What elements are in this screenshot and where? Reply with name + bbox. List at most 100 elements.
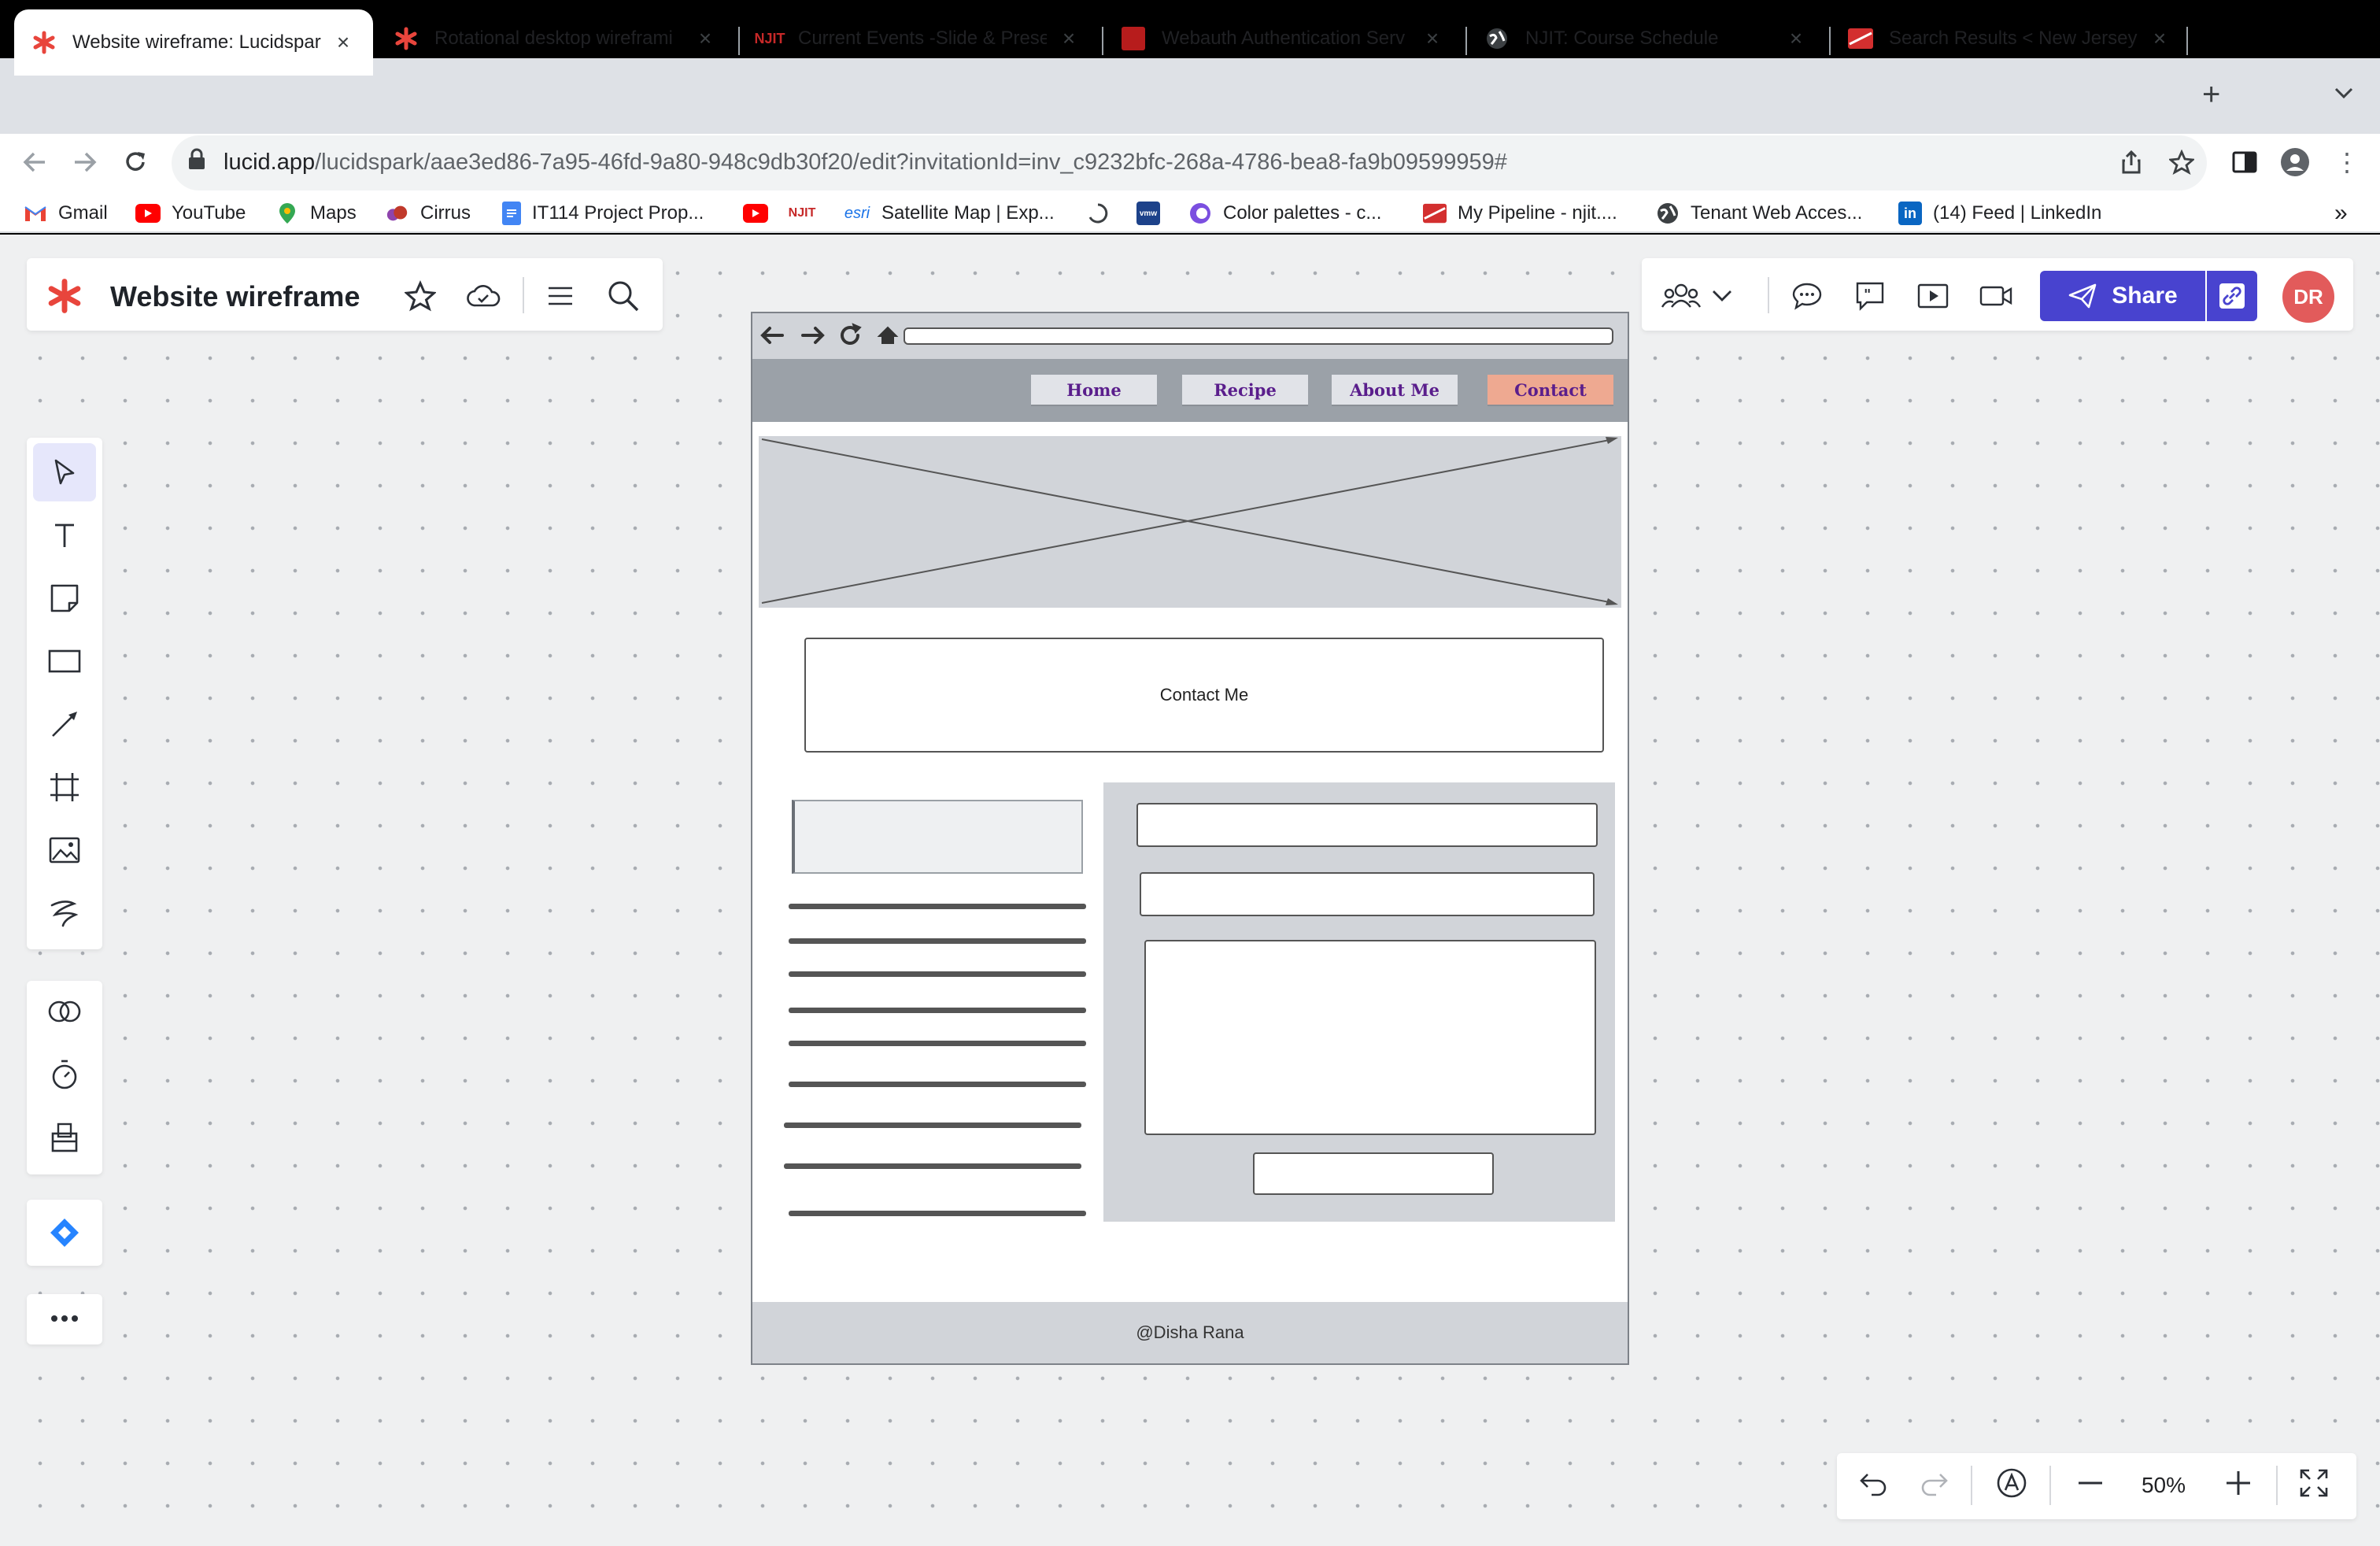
user-avatar[interactable]: DR: [2282, 271, 2334, 323]
tab-search-chevron-icon[interactable]: [2333, 80, 2355, 107]
profile-icon[interactable]: [2271, 139, 2319, 186]
voting-box-icon[interactable]: [33, 1108, 96, 1167]
venn-diagram-icon[interactable]: [33, 982, 96, 1041]
quote-feedback-icon[interactable]: ": [1846, 272, 1894, 320]
bookmark-cirrus[interactable]: Cirrus: [386, 194, 471, 233]
fullscreen-icon[interactable]: [2290, 1459, 2338, 1507]
bookmark-youtube-video[interactable]: [743, 194, 779, 233]
wireframe-text-line: [784, 1123, 1081, 1128]
wireframe-nav-contact[interactable]: Contact: [1488, 375, 1613, 406]
bookmark-label: YouTube: [172, 202, 246, 224]
tab-current-events[interactable]: NJIT Current Events -Slide & Prese ×: [740, 9, 1099, 68]
timer-icon[interactable]: [33, 1045, 96, 1104]
freehand-tool-icon[interactable]: [33, 884, 96, 942]
url-text[interactable]: lucid.app/lucidspark/aae3ed86-7a95-46fd-…: [224, 139, 1507, 186]
tab-course-schedule[interactable]: NJIT: Course Schedule ×: [1467, 9, 1826, 68]
close-tab-icon[interactable]: ×: [1420, 26, 1445, 51]
tab-label: NJIT: Course Schedule: [1525, 28, 1719, 49]
youtube-icon: [743, 204, 768, 223]
frame-tool-icon[interactable]: [33, 758, 96, 816]
new-tab-icon[interactable]: +: [2202, 77, 2220, 113]
jira-integration-icon[interactable]: [33, 1204, 96, 1262]
text-tool-icon[interactable]: [33, 506, 96, 564]
youtube-icon: [135, 204, 161, 223]
globe-icon: [1484, 26, 1510, 51]
presentation-play-icon[interactable]: [1909, 272, 1957, 320]
bookmark-my-pipeline[interactable]: My Pipeline - njit....: [1423, 194, 1617, 233]
google-docs-icon: [502, 202, 521, 225]
wireframe-text-line: [784, 1163, 1081, 1169]
zoom-in-icon[interactable]: [2215, 1459, 2262, 1507]
redo-icon[interactable]: [1911, 1459, 1958, 1507]
zoom-level[interactable]: 50%: [2134, 1466, 2193, 1505]
lock-icon[interactable]: [187, 147, 213, 176]
wireframe-submit-button[interactable]: [1253, 1152, 1494, 1195]
rectangle-tool-icon[interactable]: [33, 632, 96, 690]
chevron-down-icon[interactable]: [1700, 272, 1744, 320]
share-label: Share: [2112, 283, 2178, 309]
bookmark-loading[interactable]: [1086, 194, 1121, 233]
lucid-logo-icon[interactable]: [41, 272, 88, 320]
bookmarks-overflow-icon[interactable]: »: [2334, 194, 2348, 233]
star-icon[interactable]: [397, 272, 444, 320]
tab-website-wireframe[interactable]: Website wireframe: Lucidspar ×: [14, 9, 373, 76]
line-tool-icon[interactable]: [33, 695, 96, 753]
bookmark-it114[interactable]: IT114 Project Prop...: [502, 194, 704, 233]
tab-search-results[interactable]: Search Results < New Jersey ×: [1831, 9, 2190, 68]
copy-link-button[interactable]: [2207, 271, 2257, 321]
bookmark-maps[interactable]: Maps: [275, 194, 357, 233]
close-tab-icon[interactable]: ×: [331, 30, 356, 55]
bookmark-youtube[interactable]: YouTube: [135, 194, 246, 233]
sticky-note-tool-icon[interactable]: [33, 569, 96, 627]
browser-menu-icon[interactable]: ⋮: [2323, 139, 2371, 186]
wireframe-email-field[interactable]: [1140, 872, 1595, 916]
forward-arrow-icon[interactable]: [61, 139, 109, 186]
wireframe-name-field[interactable]: [1136, 803, 1598, 847]
video-call-icon[interactable]: [1972, 272, 2020, 320]
wireframe-nav-home[interactable]: Home: [1031, 375, 1157, 406]
document-title[interactable]: Website wireframe: [110, 280, 360, 313]
side-panel-icon[interactable]: [2221, 139, 2268, 186]
placeholder-cross-icon: [761, 437, 1618, 605]
wireframe-message-field[interactable]: [1144, 940, 1596, 1135]
cirrus-cloud-icon: [386, 202, 409, 225]
bookmark-color-palettes[interactable]: Color palettes - c...: [1188, 194, 1381, 233]
accessibility-icon[interactable]: [1988, 1459, 2035, 1507]
bookmark-tenant-web[interactable]: Tenant Web Acces...: [1656, 194, 1862, 233]
zoom-out-icon[interactable]: [2067, 1459, 2114, 1507]
bookmark-njit[interactable]: NJIT: [789, 194, 825, 233]
close-tab-icon[interactable]: ×: [693, 26, 718, 51]
share-page-icon[interactable]: [2108, 139, 2155, 186]
wireframe-text-line: [789, 1082, 1086, 1087]
more-tools-icon[interactable]: [33, 1291, 96, 1346]
image-tool-icon[interactable]: [33, 821, 96, 879]
website-wireframe[interactable]: Home Recipe About Me Contact Contact Me …: [751, 312, 1629, 1365]
share-button[interactable]: Share: [2040, 271, 2205, 321]
tab-webauth[interactable]: Webauth Authentication Serv ×: [1103, 9, 1462, 68]
collaborators-icon[interactable]: [1656, 272, 1706, 320]
bookmark-gmail[interactable]: Gmail: [24, 194, 108, 233]
bookmark-vmware[interactable]: vmw: [1136, 194, 1171, 233]
menu-hamburger-icon[interactable]: [537, 272, 584, 320]
close-tab-icon[interactable]: ×: [2147, 26, 2172, 51]
link-icon: [2219, 283, 2245, 309]
wireframe-text-line: [789, 938, 1086, 944]
wireframe-nav-about-me[interactable]: About Me: [1332, 375, 1458, 406]
bookmark-linkedin[interactable]: in (14) Feed | LinkedIn: [1898, 194, 2101, 233]
wireframe-text-line: [789, 904, 1086, 909]
search-icon[interactable]: [600, 272, 647, 320]
undo-icon[interactable]: [1850, 1459, 1897, 1507]
comments-icon[interactable]: [1783, 272, 1831, 320]
close-tab-icon[interactable]: ×: [1783, 26, 1809, 51]
bookmark-satellite-map[interactable]: esri Satellite Map | Exp...: [844, 194, 1055, 233]
tab-label: Webauth Authentication Serv: [1162, 28, 1406, 49]
cloud-saved-icon[interactable]: [460, 272, 507, 320]
close-tab-icon[interactable]: ×: [1056, 26, 1081, 51]
bookmark-star-icon[interactable]: [2158, 139, 2205, 186]
back-arrow-icon[interactable]: [11, 139, 58, 186]
reload-icon[interactable]: [112, 139, 159, 186]
tab-rotational-desktop[interactable]: Rotational desktop wireframi ×: [376, 9, 735, 68]
select-tool-icon[interactable]: [33, 443, 96, 501]
tab-label: Rotational desktop wireframi: [434, 28, 673, 49]
wireframe-nav-recipe[interactable]: Recipe: [1182, 375, 1308, 406]
